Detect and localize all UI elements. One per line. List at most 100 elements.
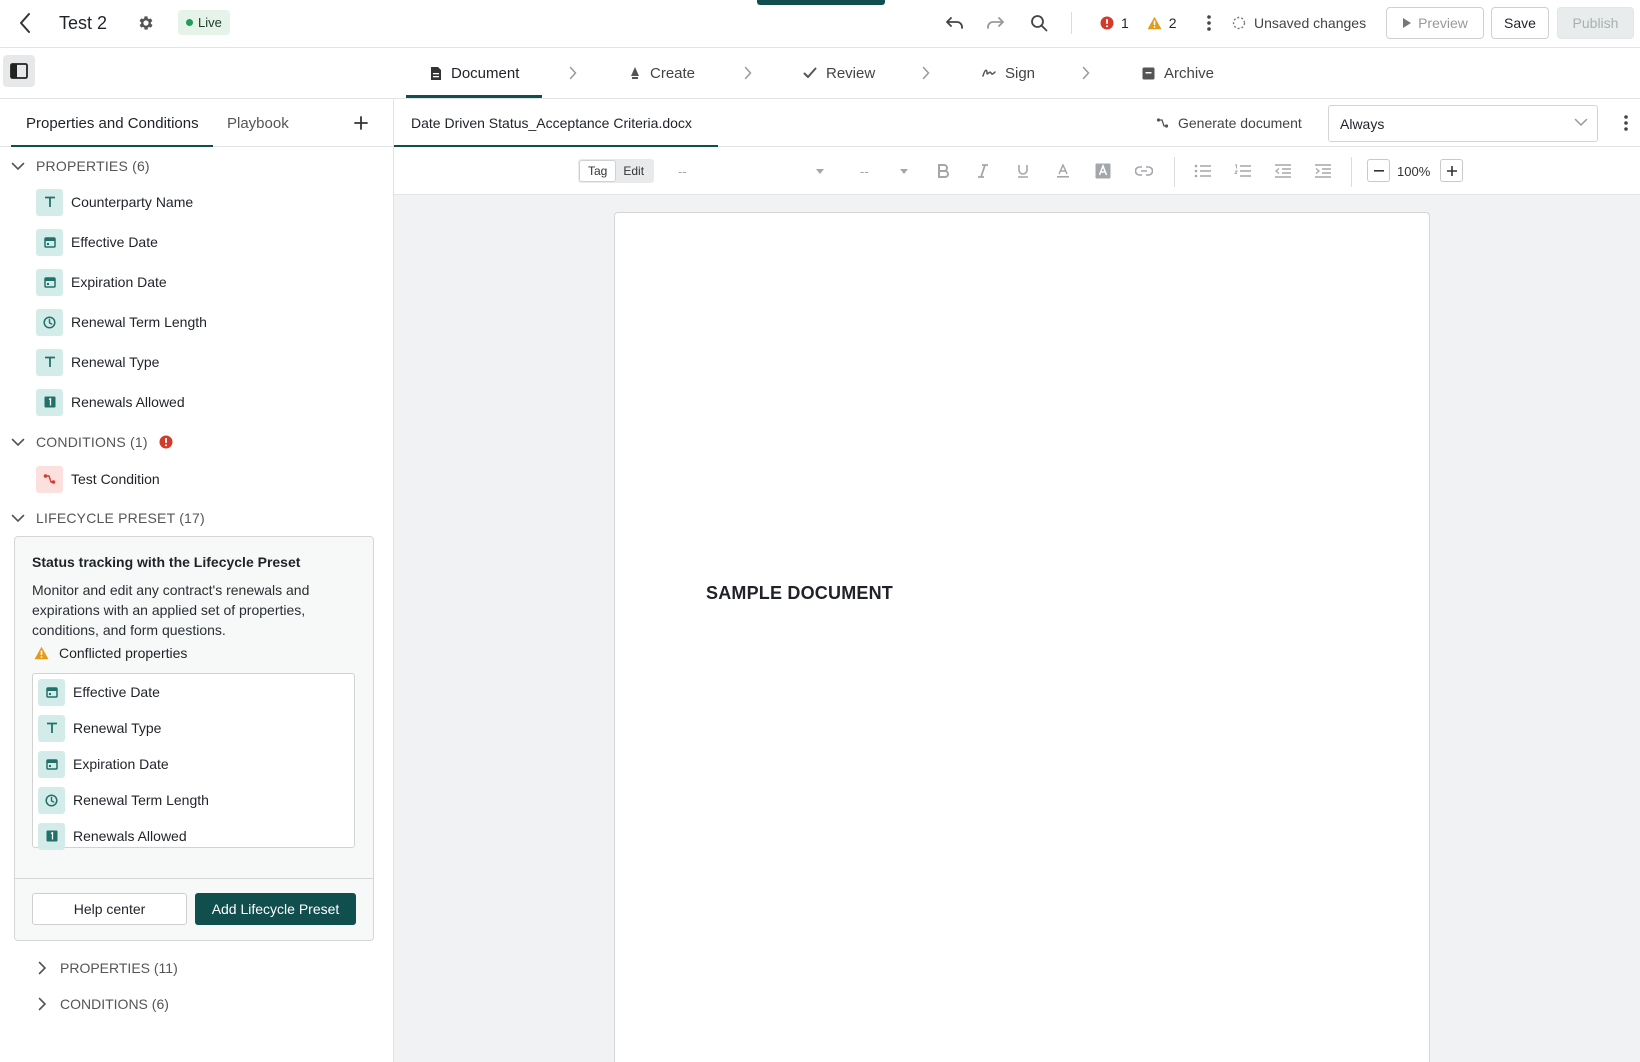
font-family-value: -- (678, 163, 687, 179)
generate-document-text: Generate document (1178, 115, 1302, 131)
clock-icon (36, 308, 63, 336)
toggle-sidebar-button[interactable] (3, 55, 35, 87)
preview-button[interactable]: Preview (1386, 7, 1484, 39)
numbered-list-icon (1234, 164, 1252, 178)
conflicted-properties-heading: Conflicted properties (34, 645, 187, 661)
mode-edit-button[interactable]: Edit (615, 161, 652, 181)
document-page[interactable]: SAMPLE DOCUMENT (614, 212, 1430, 1062)
underline-button[interactable] (1012, 159, 1034, 183)
text-type-icon (38, 714, 65, 742)
properties-section-header[interactable]: PROPERTIES (6) (11, 153, 150, 179)
step-archive[interactable]: Archive (1142, 48, 1214, 98)
step-document[interactable]: Document (430, 48, 519, 98)
issues-summary[interactable]: 1 2 (1100, 0, 1177, 46)
chevron-right-icon (1082, 66, 1090, 80)
error-count[interactable]: 1 (1100, 15, 1129, 31)
chevron-down-icon (11, 162, 25, 171)
gear-icon (137, 14, 155, 32)
property-item[interactable]: Effective Date (36, 227, 158, 257)
search-button[interactable] (1026, 0, 1052, 46)
bullet-list-icon (1194, 164, 1212, 178)
step-create-label: Create (650, 64, 696, 82)
toolbar-divider (1351, 157, 1352, 187)
save-status-label: Unsaved changes (1254, 15, 1367, 31)
link-button[interactable] (1132, 159, 1156, 183)
font-family-select[interactable]: -- (678, 159, 824, 183)
chevron-right-icon (922, 66, 930, 80)
warning-count[interactable]: 2 (1147, 15, 1177, 31)
chevron-down-icon (1574, 118, 1588, 127)
generate-condition-select[interactable]: Always (1328, 105, 1598, 142)
zoom-out-button[interactable] (1367, 159, 1390, 182)
mode-switch: Tag Edit (578, 159, 655, 183)
tab-properties-and-conditions[interactable]: Properties and Conditions (26, 99, 199, 147)
redo-icon (986, 16, 1004, 30)
text-color-button[interactable] (1052, 159, 1074, 183)
settings-button[interactable] (136, 0, 156, 46)
step-review[interactable]: Review (803, 48, 875, 98)
bullet-list-button[interactable] (1191, 159, 1215, 183)
conditions-section-header[interactable]: CONDITIONS (1) (11, 429, 173, 455)
document-tab[interactable]: Date Driven Status_Acceptance Criteria.d… (411, 99, 692, 147)
conflicted-property-label: Effective Date (73, 684, 160, 700)
add-lifecycle-preset-button[interactable]: Add Lifecycle Preset (195, 893, 356, 925)
font-size-value: -- (860, 163, 869, 179)
condition-item[interactable]: Test Condition (36, 464, 160, 494)
plus-icon (1446, 165, 1457, 176)
status-badge: Live (178, 10, 230, 35)
document-icon (430, 66, 442, 81)
lifecycle-section-header[interactable]: LIFECYCLE PRESET (17) (11, 505, 205, 531)
bold-button[interactable] (932, 159, 954, 183)
save-status: Unsaved changes (1232, 0, 1366, 46)
conflicted-properties-list: Effective Date Renewal Type Expiration D… (32, 673, 355, 850)
property-item[interactable]: Counterparty Name (36, 187, 193, 217)
formatting-toolbar: Tag Edit -- -- 100% (394, 147, 1640, 195)
lifecycle-preset-card: Status tracking with the Lifecycle Prese… (14, 536, 374, 941)
chevron-right-icon (569, 66, 577, 80)
number-icon (38, 822, 65, 850)
tab-playbook[interactable]: Playbook (227, 99, 289, 147)
warning-icon (1147, 16, 1162, 30)
step-review-label: Review (826, 64, 876, 82)
chevron-right-icon (38, 997, 47, 1011)
lifecycle-properties-header[interactable]: PROPERTIES (11) (38, 955, 178, 981)
back-button[interactable] (14, 0, 36, 46)
mode-tag-button[interactable]: Tag (580, 161, 616, 181)
font-size-select[interactable]: -- (860, 159, 908, 183)
lifecycle-properties-label: PROPERTIES (11) (60, 960, 178, 976)
property-item[interactable]: Renewal Term Length (36, 307, 207, 337)
redo-button[interactable] (982, 0, 1008, 46)
property-label: Renewal Term Length (71, 314, 207, 330)
add-tab-button[interactable] (350, 111, 372, 135)
text-type-icon (36, 188, 63, 216)
publish-button[interactable]: Publish (1557, 7, 1634, 39)
chevron-down-icon (11, 514, 25, 523)
document-options-button[interactable] (1616, 111, 1636, 135)
document-heading: SAMPLE DOCUMENT (706, 583, 893, 603)
highlight-button[interactable] (1092, 159, 1114, 183)
numbered-list-button[interactable] (1231, 159, 1255, 183)
chevron-down-icon (11, 438, 25, 447)
property-item[interactable]: Expiration Date (36, 267, 167, 297)
outdent-button[interactable] (1271, 159, 1295, 183)
conflicted-property-label: Renewals Allowed (73, 828, 187, 844)
more-options-button[interactable] (1196, 0, 1222, 46)
save-button[interactable]: Save (1491, 7, 1549, 39)
active-tab-indicator (11, 145, 213, 147)
zoom-in-button[interactable] (1440, 159, 1463, 182)
property-item[interactable]: Renewals Allowed (36, 387, 185, 417)
properties-section-label: PROPERTIES (6) (36, 158, 150, 174)
property-item[interactable]: Renewal Type (36, 347, 159, 377)
undo-button[interactable] (942, 0, 968, 46)
document-editor: Date Driven Status_Acceptance Criteria.d… (394, 99, 1640, 1062)
search-icon (1030, 14, 1048, 32)
indent-button[interactable] (1311, 159, 1335, 183)
help-center-button[interactable]: Help center (32, 893, 187, 925)
indent-icon (1314, 164, 1332, 178)
document-tab-bar: Date Driven Status_Acceptance Criteria.d… (394, 99, 1640, 147)
lifecycle-conditions-header[interactable]: CONDITIONS (6) (38, 991, 169, 1017)
step-document-label: Document (451, 64, 520, 82)
italic-button[interactable] (972, 159, 994, 183)
step-create[interactable]: Create (629, 48, 695, 98)
step-sign[interactable]: Sign (982, 48, 1035, 98)
